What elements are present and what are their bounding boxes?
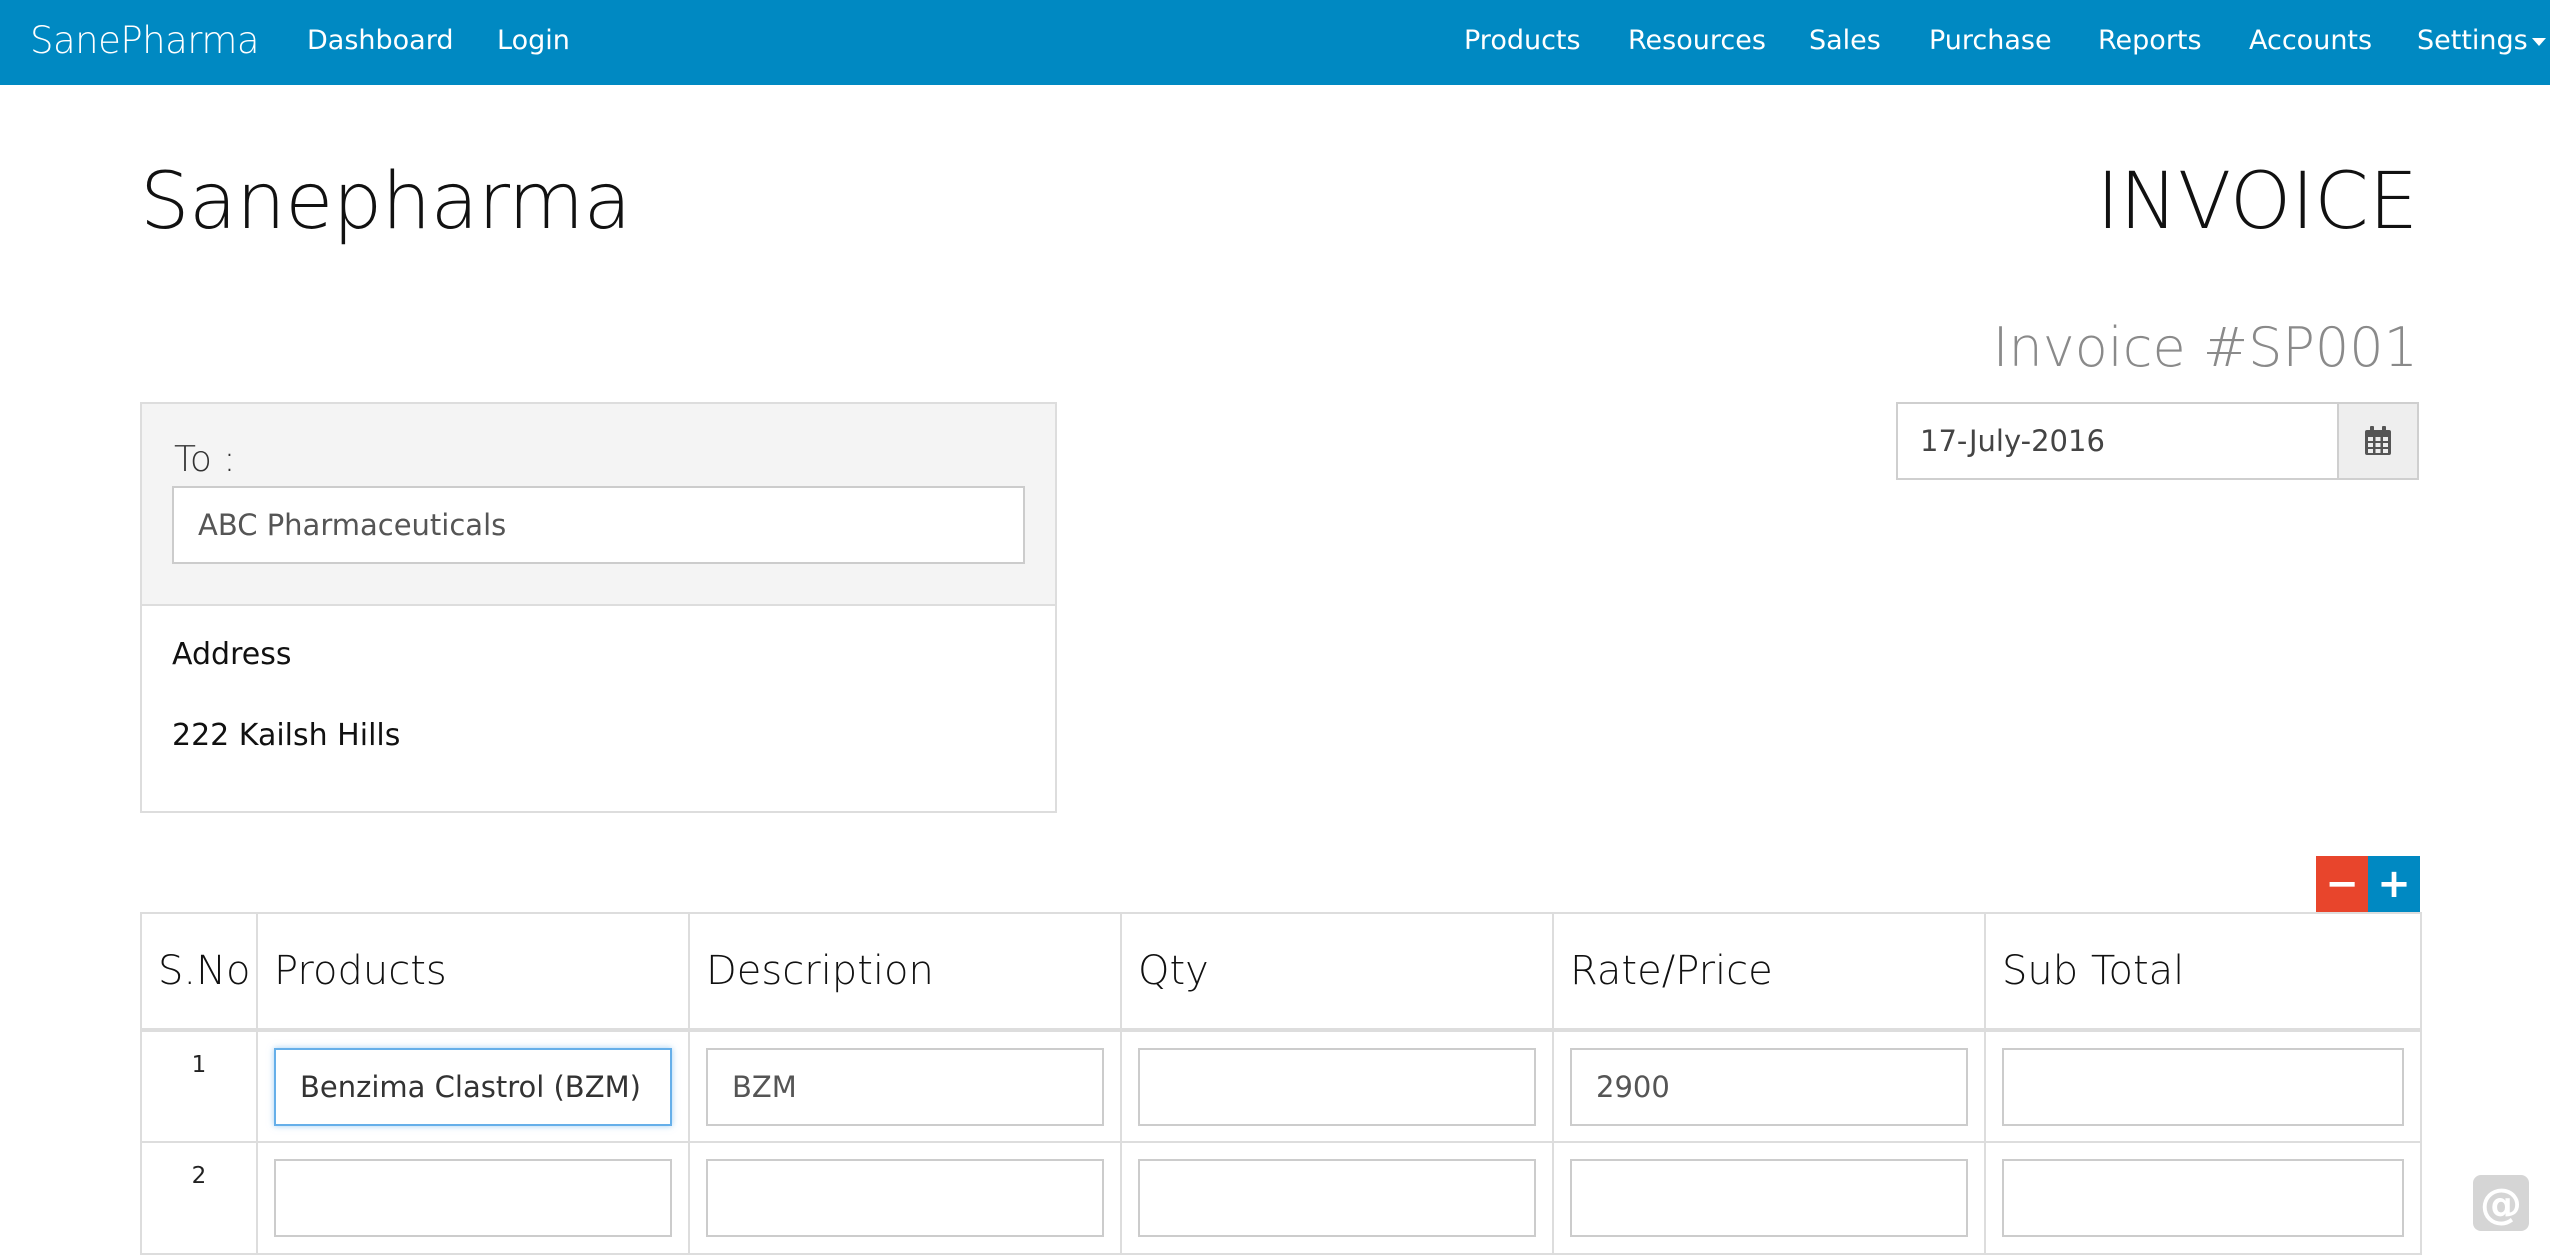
nav-dashboard[interactable]: Dashboard (307, 0, 453, 85)
address-label: Address (172, 637, 292, 672)
subtotal-cell (1984, 1141, 2422, 1255)
table-header-row: S.No Products Description Qty Rate/Price… (140, 912, 2422, 1032)
invoice-date-input[interactable] (1898, 404, 2337, 478)
address-value: 222 Kailsh Hills (172, 718, 401, 753)
at-sign-icon: @ (2480, 1178, 2522, 1228)
customer-panel-header: To : (142, 404, 1055, 606)
subtotal-input[interactable] (2002, 1047, 2404, 1126)
nav-sales[interactable]: Sales (1809, 0, 1881, 85)
customer-panel: To : Address 222 Kailsh Hills (140, 402, 1057, 813)
plus-icon: + (2377, 861, 2411, 907)
nav-settings[interactable]: Settings (2417, 0, 2546, 85)
column-header-sno: S.No (140, 912, 258, 1032)
rate-cell (1552, 1029, 1986, 1143)
customer-name-input[interactable] (172, 486, 1025, 564)
description-cell (688, 1029, 1122, 1143)
nav-accounts[interactable]: Accounts (2249, 0, 2372, 85)
nav-login[interactable]: Login (497, 0, 570, 85)
description-cell (688, 1141, 1122, 1255)
row-number: 2 (140, 1141, 258, 1255)
product-input[interactable] (274, 1047, 672, 1126)
description-input[interactable] (706, 1047, 1104, 1126)
rate-input[interactable] (1570, 1047, 1968, 1126)
product-cell (256, 1141, 690, 1255)
caret-down-icon (2531, 37, 2546, 46)
nav-reports[interactable]: Reports (2098, 0, 2202, 85)
invoice-number: Invoice #SP001 (1992, 316, 2418, 379)
nav-purchase[interactable]: Purchase (1929, 0, 2052, 85)
table-row: 1 (140, 1029, 2422, 1143)
table-row: 2 (140, 1141, 2422, 1255)
product-cell (256, 1029, 690, 1143)
to-label: To : (174, 439, 236, 480)
column-header-qty: Qty (1120, 912, 1554, 1032)
column-header-rate: Rate/Price (1552, 912, 1986, 1032)
minus-icon: − (2325, 861, 2359, 907)
nav-products[interactable]: Products (1464, 0, 1581, 85)
remove-row-button[interactable]: − (2316, 856, 2368, 912)
qty-input[interactable] (1138, 1159, 1536, 1237)
brand-logo[interactable]: SanePharma (30, 0, 260, 85)
product-input[interactable] (274, 1159, 672, 1237)
add-row-button[interactable]: + (2368, 856, 2420, 912)
rate-cell (1552, 1141, 1986, 1255)
customer-panel-body: Address 222 Kailsh Hills (142, 606, 1055, 751)
column-header-products: Products (256, 912, 690, 1032)
document-title: INVOICE (2096, 157, 2418, 247)
qty-cell (1120, 1029, 1554, 1143)
column-header-description: Description (688, 912, 1122, 1032)
help-widget-button[interactable]: @ (2473, 1175, 2529, 1231)
nav-settings-label: Settings (2417, 25, 2528, 56)
rate-input[interactable] (1570, 1159, 1968, 1237)
invoice-date-picker (1896, 402, 2419, 480)
subtotal-input[interactable] (2002, 1159, 2404, 1237)
top-navbar: SanePharma Dashboard Login Products Reso… (0, 0, 2550, 85)
subtotal-cell (1984, 1029, 2422, 1143)
row-number: 1 (140, 1029, 258, 1143)
invoice-items-table: S.No Products Description Qty Rate/Price… (140, 912, 2422, 1255)
calendar-icon (2365, 426, 2391, 455)
nav-resources[interactable]: Resources (1628, 0, 1766, 85)
column-header-subtotal: Sub Total (1984, 912, 2422, 1032)
calendar-button[interactable] (2337, 404, 2417, 478)
qty-cell (1120, 1141, 1554, 1255)
description-input[interactable] (706, 1159, 1104, 1237)
qty-input[interactable] (1138, 1047, 1536, 1126)
company-title: Sanepharma (140, 157, 631, 247)
